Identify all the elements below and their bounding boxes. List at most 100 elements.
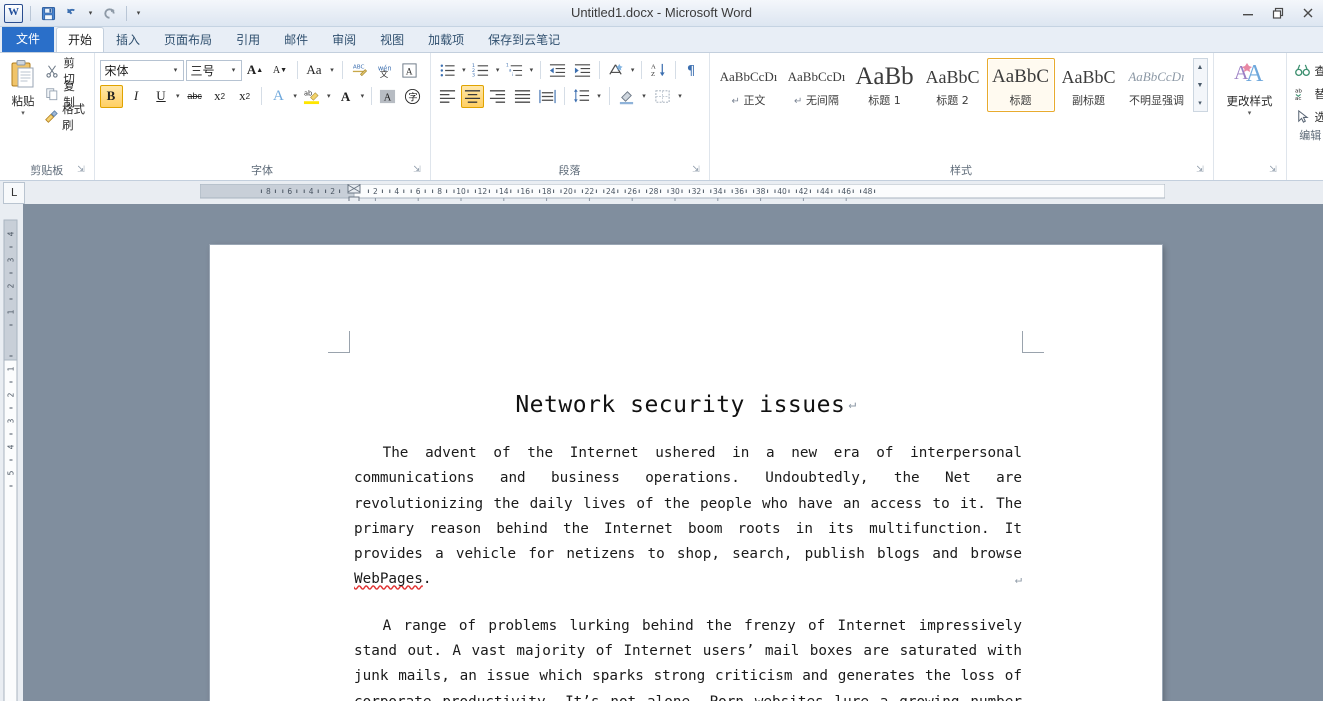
style-no-spacing[interactable]: AaBbCcDı ↵ 无间隔 bbox=[783, 58, 851, 112]
align-left-button[interactable] bbox=[436, 85, 459, 108]
style-subtle-emphasis[interactable]: AaBbCcDı 不明显强调 bbox=[1123, 58, 1191, 112]
paragraph-2[interactable]: A range of problems lurking behind the f… bbox=[354, 614, 1022, 701]
show-formatting-marks-button[interactable]: ¶ bbox=[681, 59, 704, 82]
change-styles-dialog-launcher-icon[interactable]: ⇲ bbox=[1268, 165, 1279, 176]
change-case-dropdown-icon[interactable]: ▾ bbox=[328, 66, 337, 74]
asian-layout-dropdown-icon[interactable]: ▾ bbox=[629, 66, 636, 74]
tab-insert[interactable]: 插入 bbox=[104, 28, 152, 52]
underline-dropdown-icon[interactable]: ▾ bbox=[175, 92, 182, 100]
subscript-button[interactable]: x2 bbox=[208, 85, 231, 108]
tab-home[interactable]: 开始 bbox=[56, 27, 105, 52]
style-heading-2[interactable]: AaBbC 标题 2 bbox=[919, 58, 987, 112]
align-center-button[interactable] bbox=[460, 84, 484, 108]
font-size-combobox[interactable]: 三号 ▾ bbox=[185, 59, 242, 81]
superscript-button[interactable]: x2 bbox=[233, 85, 256, 108]
borders-button[interactable] bbox=[651, 85, 674, 108]
numbering-button[interactable]: 123 bbox=[469, 59, 492, 82]
enclose-characters-button[interactable]: 字 bbox=[401, 85, 424, 108]
style-gallery-more-icon[interactable]: ▾ bbox=[1194, 94, 1207, 111]
clipboard-dialog-launcher-icon[interactable]: ⇲ bbox=[76, 165, 87, 176]
change-case-button[interactable]: Aa bbox=[303, 59, 326, 82]
style-gallery-scrollbar[interactable]: ▲ ▼ ▾ bbox=[1192, 58, 1208, 112]
change-styles-button[interactable]: A A 更改样式 ▾ bbox=[1219, 57, 1281, 118]
tab-mailings[interactable]: 邮件 bbox=[272, 28, 320, 52]
text-effects-button[interactable]: A bbox=[267, 85, 290, 108]
tab-references[interactable]: 引用 bbox=[224, 28, 272, 52]
redo-icon[interactable] bbox=[99, 3, 119, 23]
paragraph-dialog-launcher-icon[interactable]: ⇲ bbox=[691, 165, 702, 176]
horizontal-ruler[interactable]: 8 6 4 2 2 4 6 8 10 12 14 16 18 20 22 24 26 28 30 32 34 36 38 40… bbox=[200, 184, 1165, 201]
tab-view[interactable]: 视图 bbox=[368, 28, 416, 52]
style-normal[interactable]: AaBbCcDı ↵ 正文 bbox=[715, 58, 783, 112]
numbering-dropdown-icon[interactable]: ▾ bbox=[494, 66, 501, 74]
bold-button[interactable]: B bbox=[99, 84, 123, 108]
text-effects-dropdown-icon[interactable]: ▾ bbox=[292, 92, 299, 100]
align-right-button[interactable] bbox=[486, 85, 509, 108]
close-button[interactable] bbox=[1293, 2, 1323, 24]
character-border-button[interactable]: wén 文 bbox=[373, 59, 396, 82]
shading-dropdown-icon[interactable]: ▾ bbox=[640, 92, 649, 100]
decrease-indent-button[interactable] bbox=[546, 59, 569, 82]
bullets-dropdown-icon[interactable]: ▾ bbox=[461, 66, 468, 74]
tab-file[interactable]: 文件 bbox=[2, 27, 55, 52]
save-icon[interactable] bbox=[38, 3, 58, 23]
font-color-button[interactable]: A bbox=[334, 85, 357, 108]
asian-layout-button[interactable] bbox=[604, 59, 627, 82]
font-name-combobox[interactable]: 宋体 ▾ bbox=[99, 59, 184, 81]
font-dialog-launcher-icon[interactable]: ⇲ bbox=[412, 165, 423, 176]
font-color-dropdown-icon[interactable]: ▾ bbox=[359, 92, 366, 100]
bullets-button[interactable] bbox=[436, 59, 459, 82]
justify-button[interactable] bbox=[511, 85, 534, 108]
undo-icon[interactable] bbox=[62, 3, 82, 23]
shading-button[interactable] bbox=[615, 85, 638, 108]
line-spacing-dropdown-icon[interactable]: ▾ bbox=[595, 92, 604, 100]
style-heading-1[interactable]: AaBb 标题 1 bbox=[851, 58, 919, 112]
word-logo-icon[interactable]: W bbox=[4, 3, 23, 23]
multilevel-dropdown-icon[interactable]: ▾ bbox=[528, 66, 535, 74]
chevron-down-icon[interactable]: ▾ bbox=[227, 66, 241, 74]
vertical-ruler[interactable]: 4 3 2 1 1 2 3 4 5 bbox=[0, 204, 23, 701]
restore-button[interactable] bbox=[1263, 2, 1293, 24]
chevron-down-icon[interactable]: ▾ bbox=[169, 66, 183, 74]
tab-addins[interactable]: 加载项 bbox=[416, 28, 476, 52]
undo-dropdown-icon[interactable]: ▾ bbox=[86, 9, 95, 17]
shrink-font-button[interactable]: A ▼ bbox=[269, 59, 292, 82]
paste-button[interactable]: 粘贴 ▾ bbox=[5, 57, 41, 118]
tab-page-layout[interactable]: 页面布局 bbox=[152, 28, 224, 52]
underline-button[interactable]: U bbox=[150, 85, 173, 108]
paragraph-1[interactable]: The advent of the Internet ushered in a … bbox=[354, 441, 1022, 593]
replace-button[interactable]: abac 替 bbox=[1292, 83, 1323, 104]
paste-dropdown-icon[interactable]: ▾ bbox=[21, 110, 25, 118]
change-styles-dropdown-icon[interactable]: ▾ bbox=[1248, 110, 1252, 118]
distribute-button[interactable] bbox=[536, 85, 559, 108]
line-spacing-button[interactable] bbox=[570, 85, 593, 108]
strikethrough-button[interactable]: abc bbox=[183, 85, 206, 108]
clear-formatting-button[interactable]: A bbox=[398, 59, 421, 82]
style-title[interactable]: AaBbC 标题 bbox=[986, 58, 1055, 112]
scroll-down-icon[interactable]: ▼ bbox=[1194, 77, 1207, 94]
select-button[interactable]: 选 bbox=[1292, 106, 1323, 127]
tab-review[interactable]: 审阅 bbox=[320, 28, 368, 52]
scroll-up-icon[interactable]: ▲ bbox=[1194, 59, 1207, 76]
sort-button[interactable]: AZ bbox=[647, 59, 670, 82]
highlight-color-button[interactable]: ab bbox=[300, 85, 323, 108]
minimize-button[interactable] bbox=[1233, 2, 1263, 24]
document-page[interactable]: Network security issues ↵ The advent of t… bbox=[210, 245, 1162, 701]
highlight-dropdown-icon[interactable]: ▾ bbox=[325, 92, 332, 100]
format-painter-button[interactable]: 格式刷 bbox=[41, 102, 88, 132]
document-work-area[interactable]: 432112345 Network security issues ↵ The a… bbox=[0, 204, 1323, 701]
document-body[interactable]: The advent of the Internet ushered in a … bbox=[354, 441, 1022, 701]
borders-dropdown-icon[interactable]: ▾ bbox=[676, 92, 685, 100]
tab-save-to-cloud-notes[interactable]: 保存到云笔记 bbox=[476, 28, 572, 52]
grow-font-button[interactable]: A ▲ bbox=[244, 59, 267, 82]
italic-button[interactable]: I bbox=[125, 85, 148, 108]
styles-dialog-launcher-icon[interactable]: ⇲ bbox=[1195, 165, 1206, 176]
find-button[interactable]: 查 bbox=[1292, 60, 1323, 81]
character-shading-button[interactable]: A bbox=[376, 85, 399, 108]
style-subtitle[interactable]: AaBbC 副标题 bbox=[1055, 58, 1123, 112]
increase-indent-button[interactable] bbox=[571, 59, 594, 82]
customize-qat-icon[interactable]: ▾ bbox=[134, 9, 143, 17]
multilevel-list-button[interactable]: 1ai bbox=[503, 59, 526, 82]
tab-stop-selector[interactable]: L bbox=[3, 181, 25, 204]
phonetic-guide-button[interactable]: ABC bbox=[348, 59, 371, 82]
